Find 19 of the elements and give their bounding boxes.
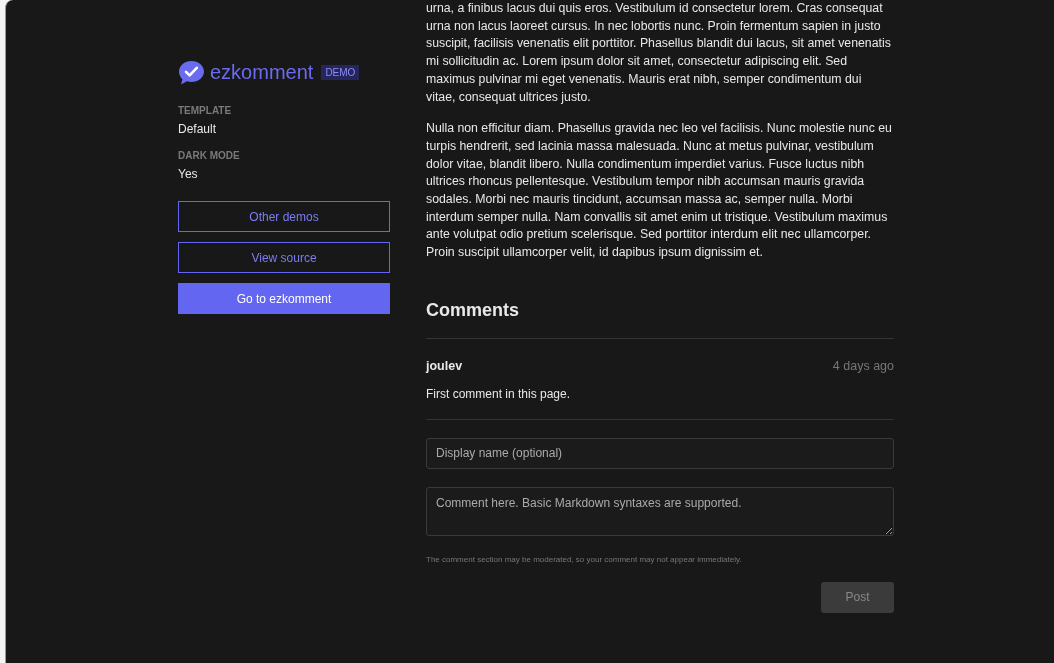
link-button[interactable]: Other demos bbox=[178, 201, 390, 232]
comment-time: 4 days ago bbox=[832, 358, 894, 373]
chat-check-icon bbox=[178, 60, 205, 85]
demo-badge: DEMO bbox=[321, 65, 360, 80]
setting-label: DARK MODE bbox=[178, 150, 241, 161]
name-field[interactable]: Display name (optional) bbox=[426, 437, 894, 469]
setting-label: TEMPLATE bbox=[178, 105, 233, 116]
link-button[interactable]: Go to ezkomment bbox=[178, 283, 390, 314]
comment-author: joulev bbox=[426, 358, 463, 373]
paragraph: urna, a finibus lacus dui quis eros. Vestibulum id consectetur lorem. Cras consequat urna non lacus laoreet cursus. In nec lobortis nunc. Proin fermentum sapien in justo suscipit, facilisis venenatis elit porttitor. Phasellus blandit dui lacus, sit amet venenatis mi sollicitudin ac. Lorem ipsum dolor sit amet, consectetur adipiscing elit. Sed maximus pulvinar mi eget venenatis. Mauris erat nibh, semper condimentum dui vitae, consequat ultrices justo. bbox=[426, 0, 892, 106]
link-button[interactable]: View source bbox=[178, 242, 390, 273]
paragraph: Nulla non efficitur diam. Phasellus gravida nec leo vel facilisis. Nunc molestie nunc eu turpis hendrerit, sed lacinia massa malesuada. Nunc at metus pulvinar, vestibulum dolor vitae, blandit libero. Nulla condimentum imperdiet varius. Fusce luctus nibh ultrices rhoncus pellentesque. Vestibulum tempor nibh accumsan mauris gravida sodales. Morbi nec mauris tincidunt, accumsan massa ac, semper nulla. Morbi interdum semper nulla. Nam convallis sit amet enim ut tristique. Vestibulum maximus ante volutpat odio pretium scelerisque. Sed porttitor interdum elit nec ullamcorper. Proin suscipit ullamcorper velit, id dapibus ipsum dignissim et. bbox=[426, 120, 893, 262]
comments-heading: Comments bbox=[426, 299, 894, 339]
moderation-note: The comment section may be moderated, so your comment may not appear immediately. bbox=[426, 554, 743, 564]
comment-text: First comment in this page. bbox=[426, 386, 572, 401]
setting-value: Yes bbox=[178, 167, 199, 181]
logo-text: ezkomment bbox=[210, 61, 314, 84]
setting-value: Default bbox=[178, 122, 218, 136]
comment-field[interactable]: Comment here. Basic Markdown syntaxes are supported. bbox=[426, 486, 894, 536]
